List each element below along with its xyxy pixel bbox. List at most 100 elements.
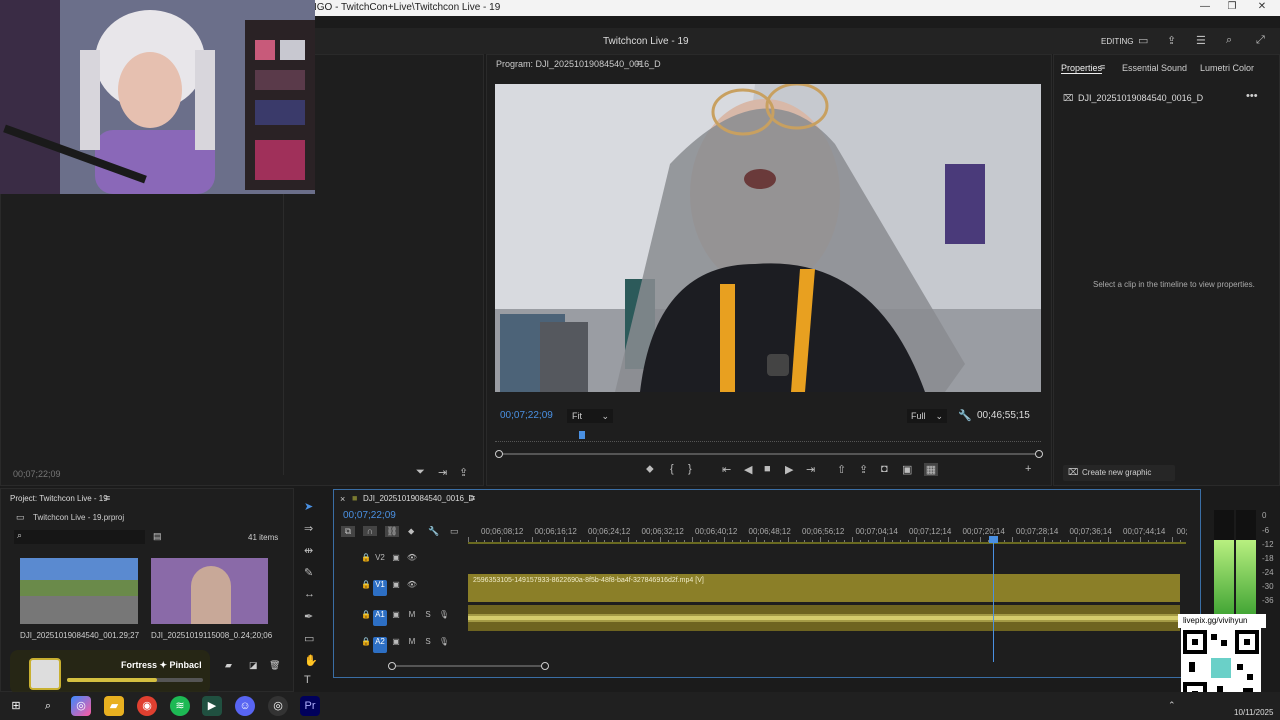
lock-icon[interactable]: 🔒 <box>359 637 373 653</box>
chrome-icon[interactable]: ◉ <box>137 696 157 716</box>
extract-icon[interactable]: ⇪ <box>859 463 868 476</box>
step-forward-icon[interactable]: ▶ <box>785 463 793 476</box>
tab-essential-sound[interactable]: Essential Sound <box>1122 63 1187 73</box>
rectangle-icon[interactable]: ▭ <box>304 632 314 645</box>
video-clip[interactable]: 2596353105-149157933-8622690a-8f5b-48f8-… <box>468 574 1180 602</box>
discord-icon[interactable]: ☺ <box>235 696 255 716</box>
lift-icon[interactable]: ⇧ <box>837 463 846 476</box>
insert-icon[interactable]: ⇥ <box>438 466 447 479</box>
streamlabs-icon[interactable]: ▶ <box>202 696 222 716</box>
lock-icon[interactable]: 🔒 <box>359 610 373 626</box>
slip-icon[interactable]: ↔ <box>304 588 315 600</box>
microphone-icon[interactable]: 🎙 <box>437 610 451 626</box>
panel-menu-icon[interactable]: ≡ <box>470 493 475 503</box>
panel-menu-icon[interactable]: ≡ <box>1100 62 1105 72</box>
fit-dropdown[interactable]: Fit ⌄ <box>567 409 613 423</box>
filter-icon[interactable]: ⏷ <box>416 466 425 479</box>
zoom-handle-left[interactable] <box>495 450 503 458</box>
timeline-playhead[interactable] <box>989 536 998 662</box>
project-search-input[interactable]: ⌕ <box>14 530 145 544</box>
windows-start-icon[interactable]: ⊞ <box>6 696 26 716</box>
track-label[interactable]: A2 <box>373 637 387 653</box>
snap-icon[interactable]: ∩ <box>363 526 377 536</box>
hand-icon[interactable]: ✋ <box>304 654 318 667</box>
marker-icon[interactable]: ⬥ <box>646 463 654 476</box>
quality-dropdown[interactable]: Full ⌄ <box>907 409 947 423</box>
nest-icon[interactable]: ⧉ <box>341 526 355 537</box>
thumbnail-clip-2[interactable] <box>151 558 268 624</box>
fullscreen-icon[interactable]: ⤢ <box>1256 34 1265 47</box>
close-icon[interactable]: × <box>340 494 345 504</box>
new-bin-icon[interactable]: ▤ <box>153 531 162 542</box>
panel-menu-icon[interactable]: ≡ <box>636 58 641 68</box>
sync-lock-icon[interactable]: ▣ <box>389 580 403 596</box>
share-icon[interactable]: ⇪ <box>1167 34 1176 47</box>
premiere-taskbar-icon[interactable]: Pr <box>300 696 320 716</box>
type-icon[interactable]: T <box>304 674 311 686</box>
export-frame-icon[interactable]: ⇪ <box>459 466 468 479</box>
close-icon[interactable]: ✕ <box>1252 1 1272 15</box>
program-playhead[interactable] <box>579 431 586 439</box>
minimize-icon[interactable]: — <box>1195 1 1215 15</box>
copilot-icon[interactable]: ◎ <box>71 696 91 716</box>
microphone-icon[interactable]: 🎙 <box>437 637 451 653</box>
mark-out-icon[interactable]: } <box>688 463 692 475</box>
program-zoom-bar[interactable] <box>495 450 1043 458</box>
sync-lock-icon[interactable]: ▣ <box>389 637 403 653</box>
solo-icon[interactable]: S <box>421 610 435 626</box>
folder-icon[interactable]: ▰ <box>225 660 232 671</box>
search-icon[interactable]: ⌕ <box>1226 34 1232 47</box>
track-label[interactable]: A1 <box>373 610 387 626</box>
new-item-icon[interactable]: ◪ <box>249 660 258 671</box>
eye-icon[interactable]: 👁 <box>405 580 419 596</box>
track-select-icon[interactable]: ⇒ <box>304 522 313 535</box>
mark-in-icon[interactable]: { <box>670 463 674 475</box>
search-icon[interactable]: ⌕ <box>38 696 58 716</box>
obs-icon[interactable]: ◎ <box>268 696 288 716</box>
spotify-icon[interactable]: ≋ <box>170 696 190 716</box>
razor-icon[interactable]: ✎ <box>304 566 313 579</box>
panel-layout-icon[interactable]: ▭ <box>1138 34 1148 47</box>
tab-lumetri-color[interactable]: Lumetri Color <box>1200 63 1254 73</box>
compare-icon[interactable]: ▣ <box>902 463 912 476</box>
sync-lock-icon[interactable]: ▣ <box>389 610 403 626</box>
menu-icon[interactable]: ☰ <box>1196 34 1206 47</box>
panel-menu-icon[interactable]: ≡ <box>105 493 110 503</box>
go-to-out-icon[interactable]: ⇥ <box>806 463 815 476</box>
sync-lock-icon[interactable]: ▣ <box>389 553 403 569</box>
tab-properties[interactable]: Properties <box>1061 63 1103 74</box>
ripple-edit-icon[interactable]: ⇹ <box>304 544 313 557</box>
work-area-bar[interactable] <box>468 542 1186 544</box>
go-to-in-icon[interactable]: ⇤ <box>722 463 731 476</box>
pen-icon[interactable]: ✒ <box>304 610 313 623</box>
zoom-handle-right[interactable] <box>541 662 549 670</box>
maximize-icon[interactable]: ❐ <box>1222 1 1242 15</box>
more-options-icon[interactable]: ••• <box>1246 90 1258 102</box>
settings-wrench-icon[interactable]: 🔧 <box>428 526 439 537</box>
playhead-handle[interactable] <box>989 536 998 543</box>
audio-clip[interactable] <box>468 605 1180 631</box>
timeline-timecode[interactable]: 00;07;22;09 <box>343 510 396 521</box>
zoom-handle-left[interactable] <box>388 662 396 670</box>
add-button-icon[interactable]: + <box>1025 463 1031 475</box>
sequence-tab[interactable]: DJI_20251019084540_0016_D <box>363 494 474 503</box>
linked-selection-icon[interactable]: ⛓ <box>385 526 399 537</box>
mute-icon[interactable]: M <box>405 610 419 626</box>
track-label[interactable]: V2 <box>373 553 387 569</box>
program-timecode[interactable]: 00;07;22;09 <box>500 410 553 421</box>
timeline-zoom-bar[interactable] <box>388 662 549 670</box>
track-label[interactable]: V1 <box>373 580 387 596</box>
stop-icon[interactable]: ■ <box>764 463 771 475</box>
create-graphic-button[interactable]: ⌧ Create new graphic <box>1063 465 1175 481</box>
add-marker-icon[interactable]: ⬥ <box>408 526 414 537</box>
chevron-up-icon[interactable]: ⌃ <box>1168 700 1176 711</box>
mute-icon[interactable]: M <box>405 637 419 653</box>
solo-icon[interactable]: S <box>421 637 435 653</box>
file-explorer-icon[interactable]: ▰ <box>104 696 124 716</box>
workspace-label[interactable]: EDITING <box>1101 37 1133 46</box>
step-back-icon[interactable]: ◀ <box>744 463 752 476</box>
selection-tool-icon[interactable]: ➤ <box>304 500 313 513</box>
trash-icon[interactable]: 🗑 <box>269 660 280 671</box>
wrench-icon[interactable]: 🔧 <box>958 409 972 422</box>
vr-icon[interactable]: ▦ <box>924 463 938 476</box>
